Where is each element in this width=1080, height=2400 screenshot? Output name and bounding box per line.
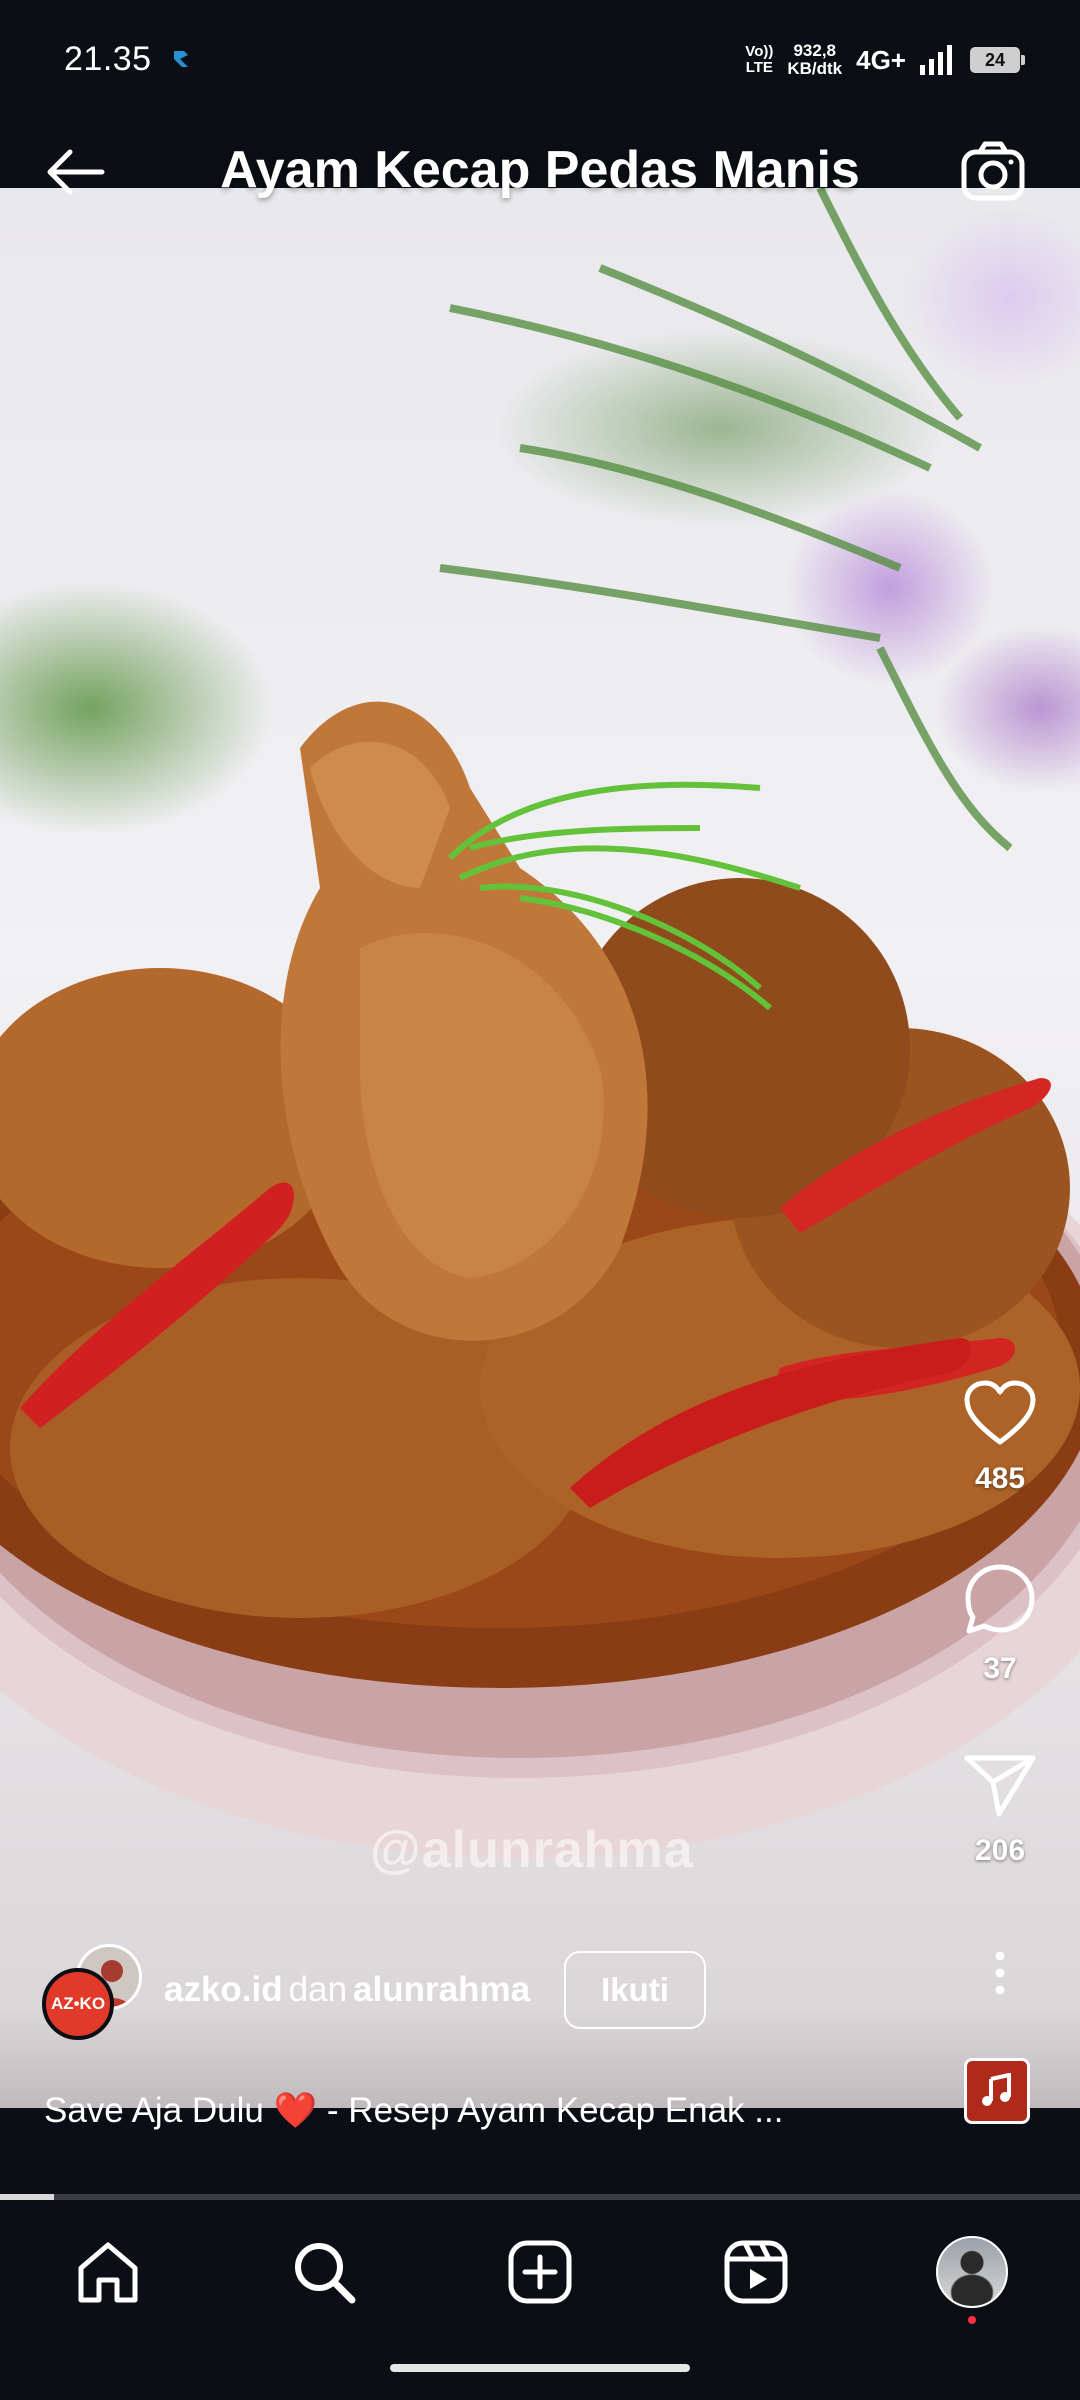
- comment-button[interactable]: 37: [920, 1562, 1080, 1686]
- avatar-primary[interactable]: AZ•KO: [42, 1968, 114, 2040]
- notification-dot: [968, 2316, 976, 2324]
- author-joiner: dan: [288, 1970, 348, 2009]
- status-time: 21.35: [64, 40, 152, 78]
- nav-create[interactable]: [500, 2232, 580, 2312]
- signal-icon: [920, 45, 952, 75]
- audio-button[interactable]: [964, 2058, 1030, 2124]
- reels-icon: [724, 2240, 788, 2304]
- reel-video[interactable]: @alunrahma: [0, 188, 1080, 2108]
- heart-emoji: ❤️: [273, 2091, 318, 2130]
- comment-icon: [965, 1564, 1035, 1634]
- music-note-icon: [982, 2073, 1011, 2106]
- like-count: 485: [974, 1462, 1026, 1495]
- network-type: 4G+: [856, 44, 906, 75]
- app-notification-icon: [174, 51, 188, 67]
- caption-text-end: - Resep Ayam Kecap Enak ...: [317, 2091, 784, 2130]
- share-count: 206: [974, 1834, 1026, 1867]
- more-options-button[interactable]: [920, 1948, 1080, 1998]
- author-names[interactable]: azko.id dan alunrahma: [164, 1970, 530, 2010]
- camera-icon[interactable]: [958, 140, 1028, 204]
- like-button[interactable]: 485: [920, 1380, 1080, 1496]
- status-bar: 21.35 Vo)) LTE 932,8 KB/dtk 4G+ 24: [0, 0, 1080, 95]
- network-speed: 932,8 KB/dtk: [787, 41, 843, 78]
- collab-avatars[interactable]: AZ•KO: [40, 1940, 150, 2040]
- home-icon: [78, 2242, 138, 2303]
- follow-button[interactable]: Ikuti: [564, 1951, 707, 2029]
- nav-search[interactable]: [284, 2232, 364, 2312]
- search-icon: [295, 2243, 356, 2304]
- volte-indicator: Vo)) LTE: [745, 43, 774, 76]
- caption-text-start: Save Aja Dulu: [44, 2091, 274, 2130]
- status-indicators: Vo)) LTE 932,8 KB/dtk 4G+ 24: [745, 38, 1025, 82]
- profile-avatar: [936, 2236, 1008, 2308]
- home-indicator[interactable]: [390, 2364, 690, 2372]
- nav-home[interactable]: [68, 2232, 148, 2312]
- battery-icon: 24: [970, 47, 1025, 73]
- more-vertical-icon: [995, 1951, 1005, 1995]
- comment-count: 37: [983, 1652, 1017, 1685]
- page-title: Ayam Kecap Pedas Manis: [220, 141, 860, 199]
- author-secondary[interactable]: alunrahma: [353, 1970, 530, 2009]
- create-icon: [508, 2240, 572, 2304]
- send-icon: [964, 1755, 1036, 1817]
- nav-profile[interactable]: [932, 2232, 1012, 2312]
- nav-reels[interactable]: [716, 2232, 796, 2312]
- author-row: AZ•KO azko.id dan alunrahma Ikuti: [40, 1940, 707, 2040]
- video-watermark: @alunrahma: [370, 1821, 694, 1879]
- share-button[interactable]: 206: [920, 1752, 1080, 1868]
- heart-icon: [964, 1380, 1036, 1445]
- author-primary[interactable]: azko.id: [164, 1970, 283, 2009]
- post-caption[interactable]: Save Aja Dulu ❤️ - Resep Ayam Kecap Enak…: [44, 2090, 783, 2131]
